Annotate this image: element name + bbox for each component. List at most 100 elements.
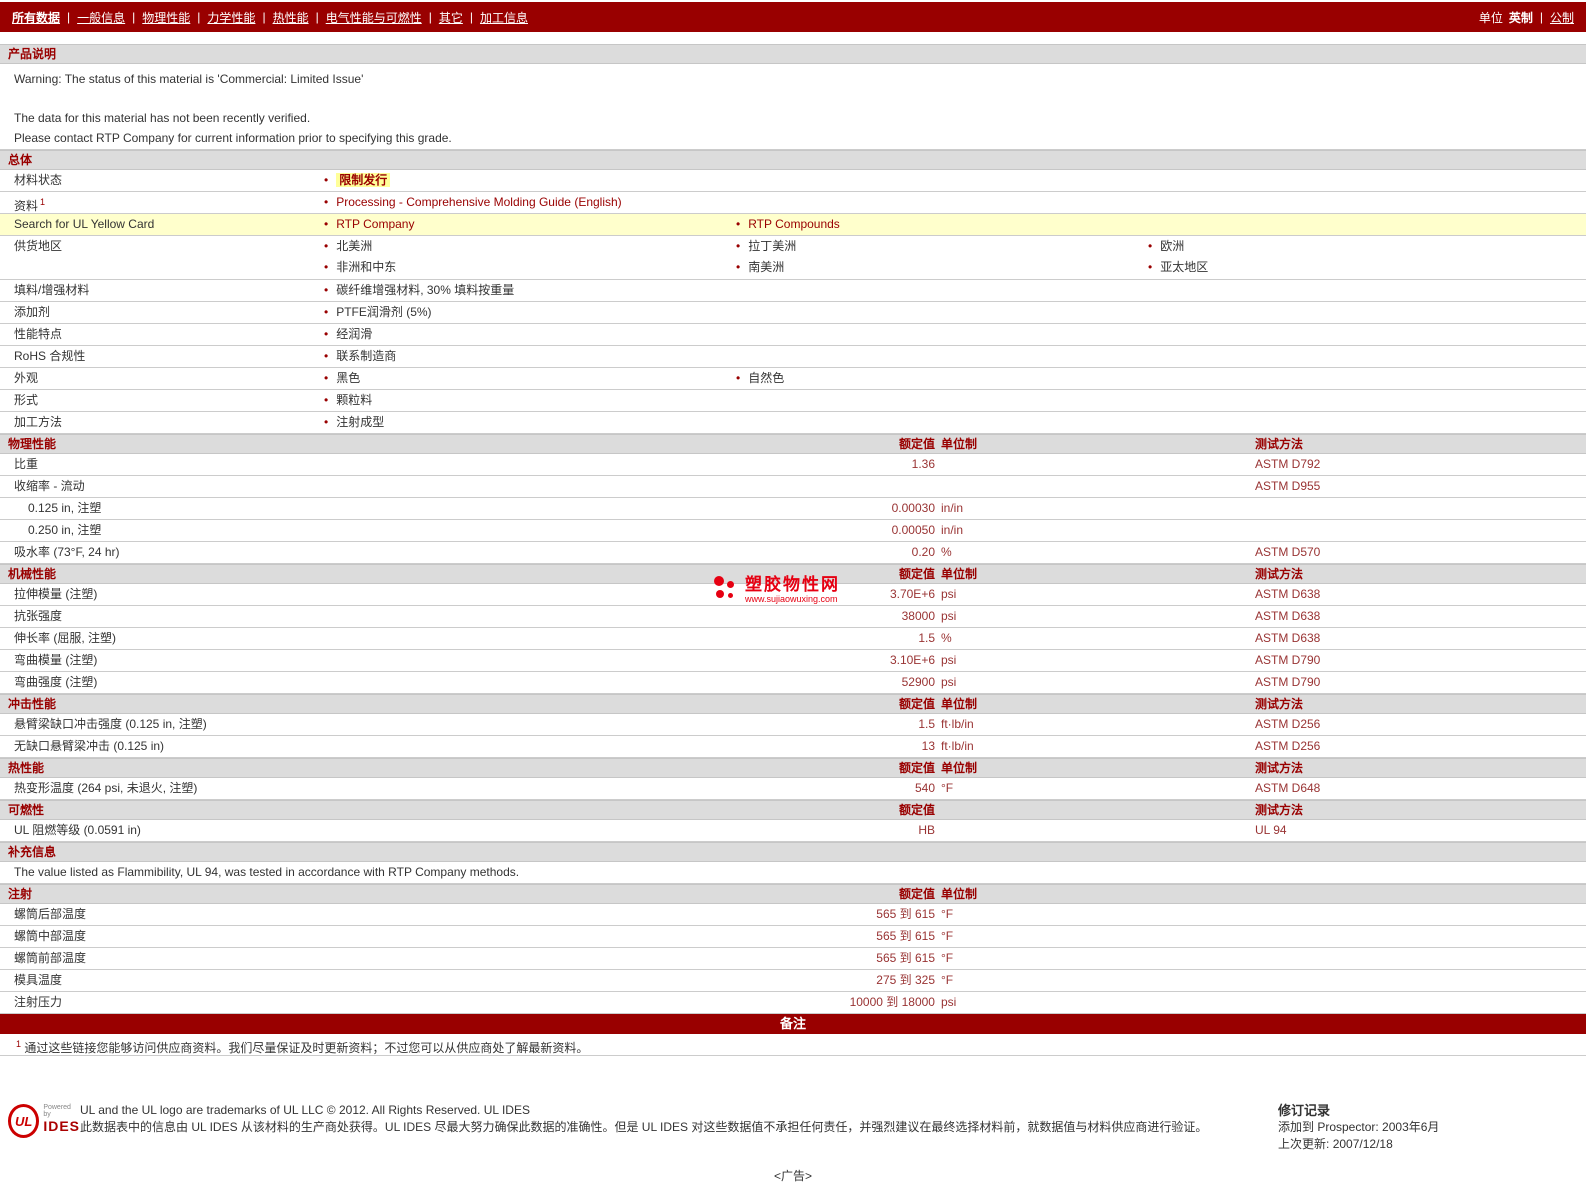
section-header-general: 总体 bbox=[0, 150, 1586, 170]
row-label: Search for UL Yellow Card bbox=[14, 217, 155, 231]
prop-value: 540 bbox=[914, 781, 935, 795]
row-label: 材料状态 bbox=[14, 173, 63, 187]
prop-label: 螺筒前部温度 bbox=[14, 951, 87, 965]
general-row-ul-yellow-card: Search for UL Yellow Card RTP Company RT… bbox=[0, 214, 1586, 236]
prop-row: 注射压力 10000 到 18000 psi bbox=[0, 992, 1586, 1014]
col-header-value: 额定值 bbox=[898, 887, 935, 901]
section-title: 补充信息 bbox=[8, 845, 57, 859]
prop-unit: psi bbox=[941, 653, 957, 667]
col-header-unit: 单位制 bbox=[941, 761, 978, 775]
nav-separator bbox=[67, 10, 70, 24]
prop-unit: °F bbox=[941, 907, 954, 921]
region-item: 欧洲 bbox=[1140, 236, 1586, 257]
prop-row: 螺筒后部温度 565 到 615 °F bbox=[0, 904, 1586, 926]
prop-unit: in/in bbox=[941, 501, 964, 515]
prop-value: 3.70E+6 bbox=[889, 587, 935, 601]
prop-row: 螺筒中部温度 565 到 615 °F bbox=[0, 926, 1586, 948]
nav-item-thermal[interactable]: 热性能 bbox=[273, 9, 309, 26]
prop-row: 0.250 in, 注塑 0.00050 in/in bbox=[0, 520, 1586, 542]
status-badge: 限制发行 bbox=[336, 173, 391, 187]
prop-row: 抗张强度 38000 psi ASTM D638 bbox=[0, 606, 1586, 628]
prop-unit: ft·lb/in bbox=[941, 739, 974, 753]
prop-unit: °F bbox=[941, 929, 954, 943]
nav-separator bbox=[316, 10, 319, 24]
section-title: 机械性能 bbox=[8, 567, 57, 581]
top-nav: 所有数据 一般信息 物理性能 力学性能 热性能 电气性能与可燃性 其它 加工信息… bbox=[0, 2, 1586, 32]
prop-test: ASTM D638 bbox=[1255, 587, 1321, 601]
general-row-features: 性能特点 经润滑 bbox=[0, 324, 1586, 346]
resources-label: 资料 bbox=[14, 199, 39, 213]
prop-row: 悬臂梁缺口冲击强度 (0.125 in, 注塑) 1.5 ft·lb/in AS… bbox=[0, 714, 1586, 736]
section-header-flammability: 可燃性 额定值 测试方法 bbox=[0, 800, 1586, 820]
col-header-value: 额定值 bbox=[898, 437, 935, 451]
col-header-unit: 单位制 bbox=[941, 697, 978, 711]
prop-label: 0.250 in, 注塑 bbox=[28, 523, 102, 537]
col-header-value: 额定值 bbox=[898, 803, 935, 817]
prop-label: 热变形温度 (264 psi, 未退火, 注塑) bbox=[14, 781, 198, 795]
row-label: 供货地区 bbox=[14, 239, 63, 253]
material-datasheet-page: 所有数据 一般信息 物理性能 力学性能 热性能 电气性能与可燃性 其它 加工信息… bbox=[0, 2, 1586, 1196]
prop-unit bbox=[935, 820, 1253, 841]
nav-item-all-data[interactable]: 所有数据 bbox=[12, 9, 60, 26]
ul-logo-icon: UL bbox=[8, 1104, 40, 1138]
general-row-material-status: 材料状态 限制发行 bbox=[0, 170, 1586, 192]
prop-unit: psi bbox=[941, 675, 957, 689]
nav-item-general-info[interactable]: 一般信息 bbox=[77, 9, 125, 26]
nav-separator bbox=[197, 10, 200, 24]
molding-guide-link[interactable]: Processing - Comprehensive Molding Guide… bbox=[336, 195, 621, 209]
prop-value: 0.00050 bbox=[891, 523, 935, 537]
prop-unit: % bbox=[941, 545, 952, 559]
prop-label: 抗张强度 bbox=[14, 609, 63, 623]
prop-value: 52900 bbox=[901, 675, 935, 689]
prop-value: 0.00030 bbox=[891, 501, 935, 515]
section-header-mechanical: 机械性能 额定值 单位制 测试方法 bbox=[0, 564, 1586, 584]
prop-test bbox=[1253, 948, 1586, 969]
prop-row: 热变形温度 (264 psi, 未退火, 注塑) 540 °F ASTM D64… bbox=[0, 778, 1586, 800]
footnote-marker: 1 bbox=[16, 1039, 22, 1049]
footer-disclaimer: UL and the UL logo are trademarks of UL … bbox=[80, 1100, 1270, 1153]
nav-item-other[interactable]: 其它 bbox=[439, 9, 463, 26]
prop-label: 螺筒后部温度 bbox=[14, 907, 87, 921]
section-title: 可燃性 bbox=[8, 803, 45, 817]
prop-value: HB bbox=[918, 823, 935, 837]
rtp-company-link[interactable]: RTP Company bbox=[336, 217, 414, 231]
prop-test: ASTM D638 bbox=[1255, 609, 1321, 623]
appearance-item: 黑色 bbox=[316, 368, 728, 389]
section-title: 总体 bbox=[8, 153, 33, 167]
nav-item-processing-info[interactable]: 加工信息 bbox=[480, 9, 528, 26]
prop-unit bbox=[935, 454, 1253, 475]
prop-label: 伸长率 (屈服, 注塑) bbox=[14, 631, 116, 645]
product-description-block: Warning: The status of this material is … bbox=[0, 64, 1586, 150]
prop-value: 1.36 bbox=[911, 457, 935, 471]
prop-test: ASTM D792 bbox=[1255, 457, 1321, 471]
revision-added-line: 添加到 Prospector: 2003年6月 bbox=[1278, 1119, 1578, 1136]
prop-test: ASTM D790 bbox=[1255, 653, 1321, 667]
nav-item-physical[interactable]: 物理性能 bbox=[142, 9, 190, 26]
region-item: 北美洲 bbox=[316, 236, 728, 257]
nav-separator bbox=[429, 10, 432, 24]
nav-item-mechanical[interactable]: 力学性能 bbox=[207, 9, 255, 26]
prop-test: ASTM D570 bbox=[1255, 545, 1321, 559]
feature-item: 经润滑 bbox=[316, 324, 728, 345]
footnote-row: 1 通过这些链接您能够访问供应商资料。我们尽量保证及时更新资料；不过您可以从供应… bbox=[0, 1034, 1586, 1056]
prop-value: 0.20 bbox=[911, 545, 935, 559]
general-row-appearance: 外观 黑色 自然色 bbox=[0, 368, 1586, 390]
unit-metric-link[interactable]: 公制 bbox=[1550, 9, 1574, 26]
prop-value: 10000 到 18000 bbox=[849, 995, 935, 1009]
unit-english-active[interactable]: 英制 bbox=[1509, 9, 1533, 26]
general-row-resources: 资料1 Processing - Comprehensive Molding G… bbox=[0, 192, 1586, 214]
nav-item-electrical-flammability[interactable]: 电气性能与可燃性 bbox=[326, 9, 422, 26]
col-header-test bbox=[1253, 885, 1586, 903]
ul-logo-text: UL bbox=[14, 1113, 33, 1129]
rohs-item: 联系制造商 bbox=[316, 346, 728, 367]
datasheet-content: 产品说明 Warning: The status of this materia… bbox=[0, 44, 1586, 1196]
row-label: 外观 bbox=[14, 371, 39, 385]
rtp-compounds-link[interactable]: RTP Compounds bbox=[748, 217, 840, 231]
prop-row: 弯曲强度 (注塑) 52900 psi ASTM D790 bbox=[0, 672, 1586, 694]
col-header-value: 额定值 bbox=[898, 697, 935, 711]
col-header-unit: 单位制 bbox=[941, 887, 978, 901]
revision-updated-line: 上次更新: 2007/12/18 bbox=[1278, 1136, 1578, 1153]
form-item: 颗粒料 bbox=[316, 390, 728, 411]
prop-label: 注射压力 bbox=[14, 995, 63, 1009]
row-label: 性能特点 bbox=[14, 327, 63, 341]
